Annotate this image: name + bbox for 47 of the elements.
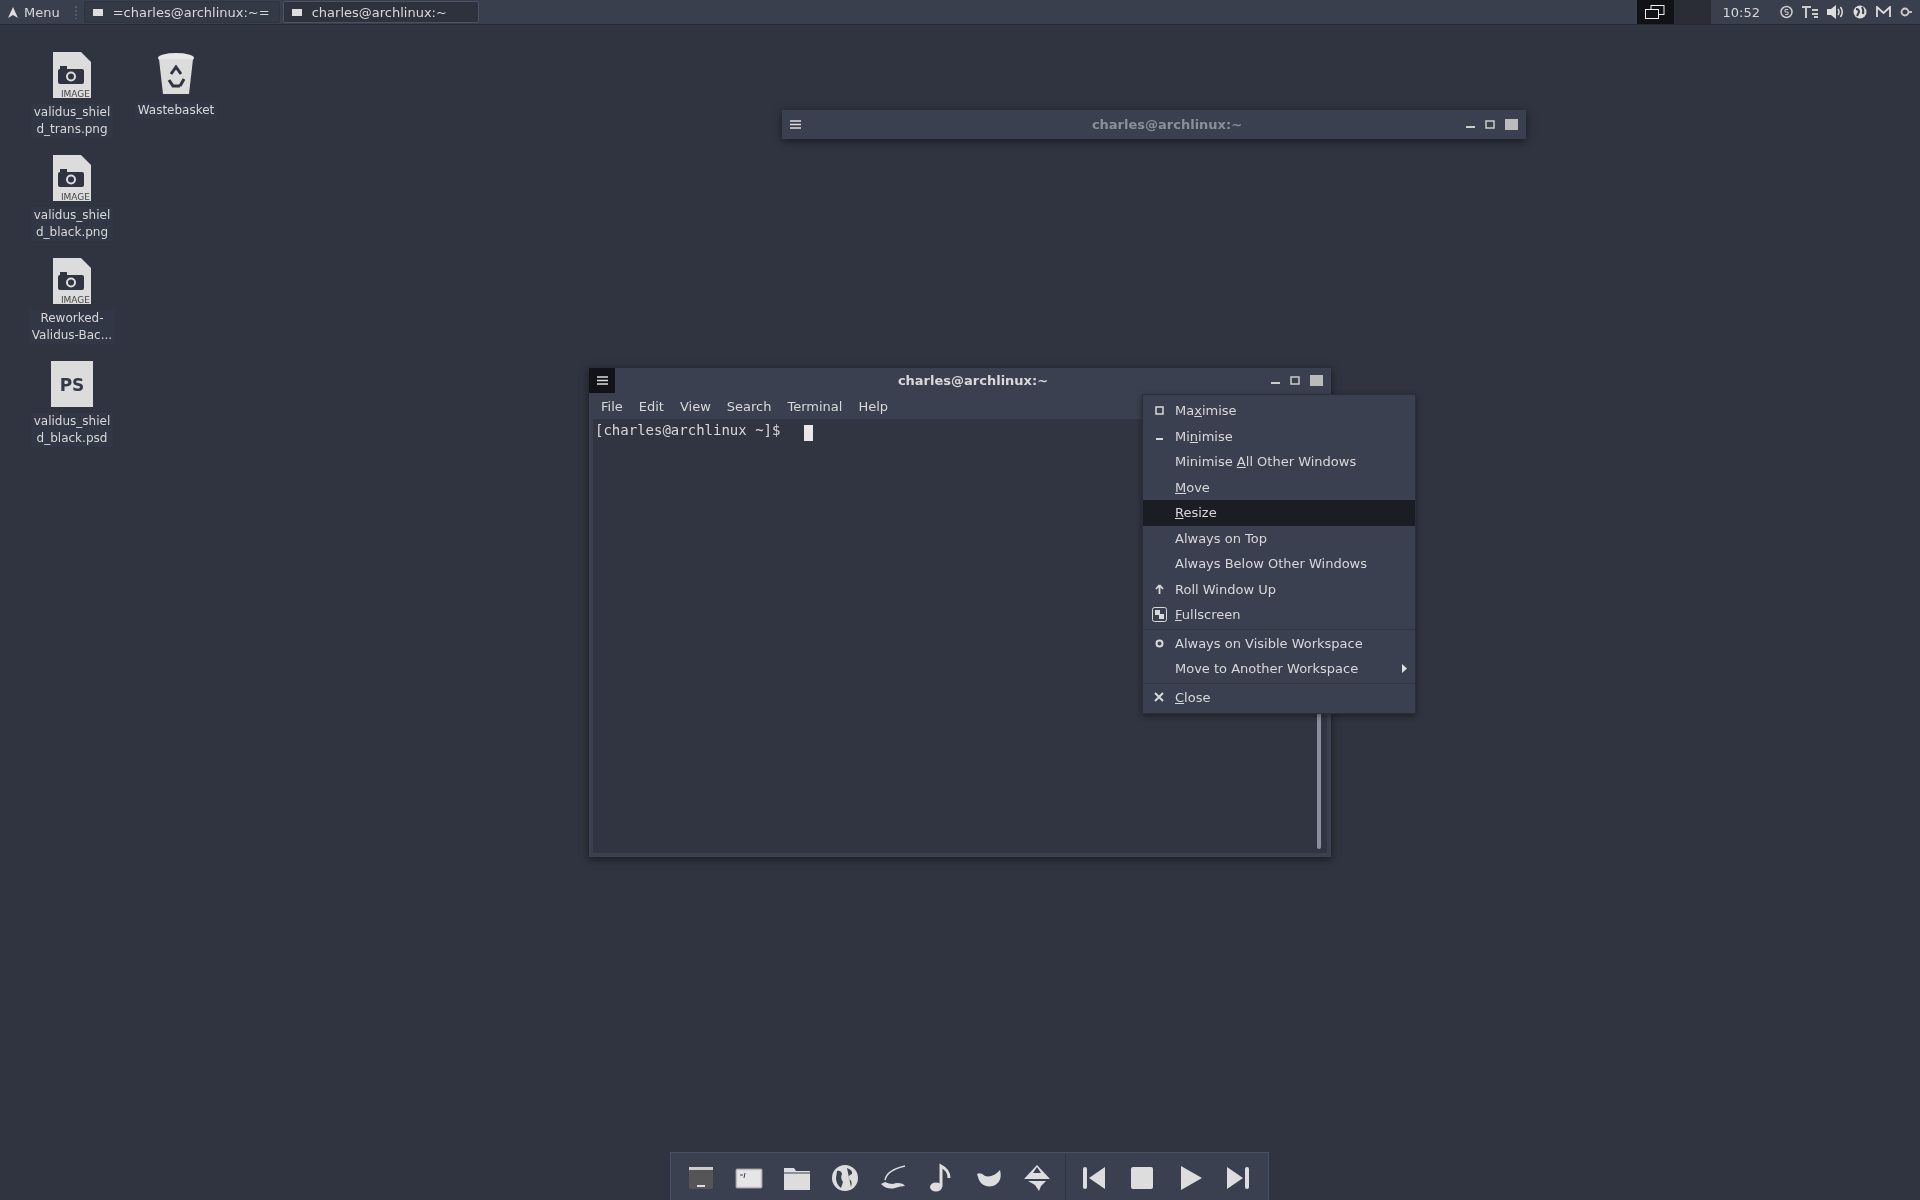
clock[interactable]: 10:52 [1722, 4, 1760, 20]
menu-item[interactable]: Edit [630, 398, 672, 414]
menu-item[interactable]: File [593, 398, 631, 414]
mail-icon[interactable] [1876, 6, 1891, 18]
coin-icon[interactable] [1780, 5, 1793, 19]
recycle-bin-icon [157, 52, 195, 96]
volume-icon[interactable] [1827, 5, 1844, 19]
menu-button[interactable]: Menu [0, 0, 68, 24]
file-name: validus_shiel d_black.png [30, 207, 114, 241]
window-title: charles@archlinux:~ [896, 373, 1050, 388]
file-name: Reworked- Validus-Bac... [28, 310, 116, 344]
keyboard-layout-icon[interactable] [1802, 5, 1818, 19]
window-icon [92, 8, 103, 16]
ring-icon [1154, 638, 1164, 648]
power-icon[interactable] [1900, 7, 1912, 17]
maximize-button[interactable] [1290, 376, 1300, 385]
menu-icon [596, 376, 608, 385]
file-name: validus_shiel d_black.psd [30, 413, 114, 447]
image-file-icon: IMAGE [53, 155, 91, 201]
file-name: validus_shiel d_trans.png [30, 104, 114, 138]
windows-icon [1645, 5, 1666, 19]
window-icon [291, 8, 302, 16]
menu-item[interactable]: Resize [1143, 500, 1415, 526]
shell-prompt: [charles@archlinux ~]$ [594, 421, 782, 440]
menu-icon [789, 120, 801, 129]
menu-item[interactable]: Terminal [779, 398, 851, 414]
workspace-button[interactable] [1636, 0, 1674, 24]
taskbar-window-button[interactable]: =charles@archlinux:~= [83, 1, 280, 23]
text-cursor [804, 425, 813, 441]
menu-item[interactable]: Search [718, 398, 780, 414]
window-title: charles@archlinux:~ [1090, 117, 1244, 132]
dash-icon [1155, 437, 1163, 441]
square-icon [1154, 406, 1164, 416]
up-arrow-icon [1154, 584, 1164, 595]
maximize-button[interactable] [1485, 120, 1495, 129]
image-file-icon: IMAGE [53, 52, 91, 98]
menu-item[interactable]: View [671, 398, 719, 414]
fullscreen-icon [1151, 607, 1167, 623]
taskbar-window-button[interactable]: charles@archlinux:~ [282, 1, 479, 23]
window-menu-button[interactable] [589, 368, 615, 393]
menu-item[interactable]: Help [850, 398, 897, 414]
close-icon [1154, 692, 1164, 703]
image-file-icon: IMAGE [53, 258, 91, 304]
logo-icon [8, 6, 18, 18]
globe-icon[interactable] [1853, 5, 1867, 19]
psd-file-icon: PS [51, 361, 93, 407]
file-name: Wastebasket [134, 102, 218, 119]
